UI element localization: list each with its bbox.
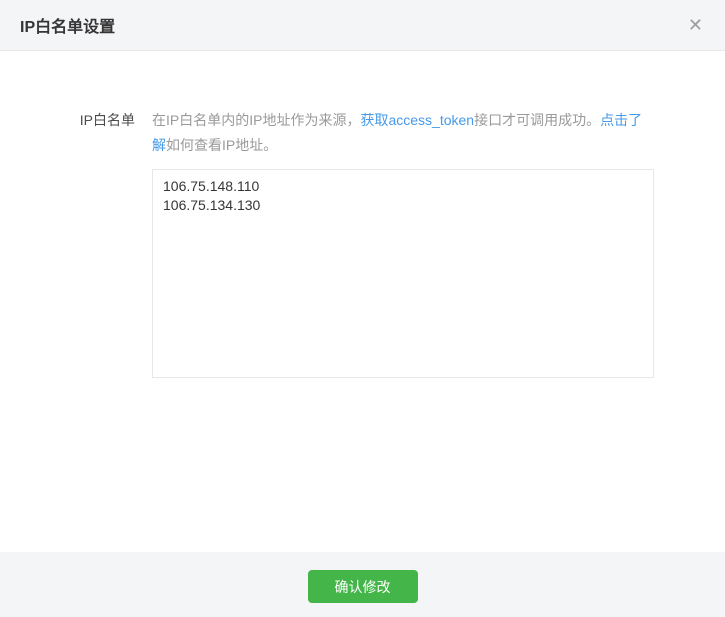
dialog-body: IP白名单 在IP白名单内的IP地址作为来源，获取access_token接口才…	[0, 51, 725, 552]
confirm-modify-button[interactable]: 确认修改	[307, 570, 418, 603]
ip-whitelist-dialog: IP白名单设置 ✕ IP白名单 在IP白名单内的IP地址作为来源，获取acces…	[0, 0, 725, 617]
dialog-header: IP白名单设置 ✕	[0, 0, 725, 51]
get-access-token-link[interactable]: 获取access_token	[360, 112, 474, 128]
whitelist-label: IP白名单	[79, 112, 135, 128]
close-icon[interactable]: ✕	[686, 14, 705, 36]
whitelist-description: 在IP白名单内的IP地址作为来源，获取access_token接口才可调用成功。…	[152, 108, 654, 158]
whitelist-form-content: 在IP白名单内的IP地址作为来源，获取access_token接口才可调用成功。…	[152, 108, 654, 378]
whitelist-form-row: IP白名单 在IP白名单内的IP地址作为来源，获取access_token接口才…	[0, 51, 725, 378]
ip-whitelist-textarea[interactable]: 106.75.148.110 106.75.134.130	[152, 169, 654, 378]
description-text-1: 在IP白名单内的IP地址作为来源，	[152, 112, 361, 128]
description-text-3: 如何查看IP地址。	[166, 137, 278, 153]
dialog-title: IP白名单设置	[20, 19, 116, 36]
description-text-2: 接口才可调用成功。	[474, 112, 601, 128]
dialog-footer: 确认修改	[0, 552, 725, 617]
